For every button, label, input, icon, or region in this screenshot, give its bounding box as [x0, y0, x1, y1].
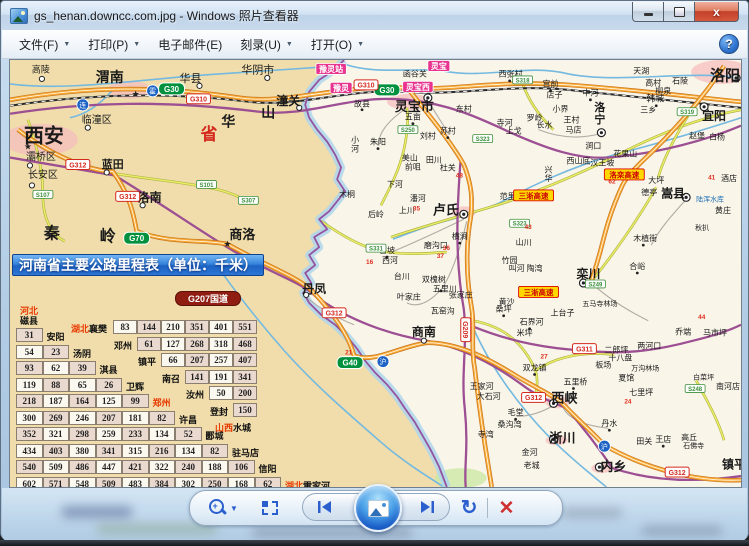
city-label: 南召: [162, 373, 181, 384]
zoom-dropdown-arrow[interactable]: ▼: [230, 504, 238, 513]
chevron-down-icon: ▼: [357, 40, 365, 48]
table-city: 登封: [210, 405, 228, 418]
window-controls: x: [632, 2, 739, 22]
titlebar[interactable]: gs_henan.downcc.com.jpg - Windows 照片查看器 …: [1, 1, 748, 30]
menu-item-open[interactable]: 打开(O) ▼: [302, 32, 373, 57]
table-city: 汝州: [186, 388, 204, 401]
aero-blur-artifact: [62, 506, 132, 518]
play-slideshow-button[interactable]: [354, 484, 402, 532]
minimize-icon: [643, 13, 653, 16]
distance-cell: 257: [209, 353, 233, 367]
region-label: 山西: [215, 423, 234, 433]
distance-cell: 351: [185, 320, 209, 334]
distance-cell: 210: [161, 320, 185, 334]
city-label: 邓州: [114, 340, 133, 351]
photo-viewer-window: gs_henan.downcc.com.jpg - Windows 照片查看器 …: [0, 0, 749, 541]
fit-button[interactable]: [238, 501, 278, 515]
distance-cell: 141: [185, 369, 209, 384]
photo-canvas[interactable]: ★★★西安渭南洛阳灵宝市卢氏西峡淅川内乡镇平嵩县栾川宜阳洛宁商洛丹凤商南洛南蓝田…: [9, 59, 742, 488]
menubar: 文件(F) ▼ 打印(P) ▼ 电子邮件(E) 刻录(U) ▼ 打开(O) ▼ ?: [2, 30, 747, 59]
zoom-button[interactable]: + ▼: [190, 498, 238, 518]
minimize-button[interactable]: [632, 2, 664, 22]
distance-cell: 200: [233, 386, 257, 400]
magnifier-plus-icon: +: [208, 498, 228, 518]
delete-button[interactable]: ✕: [498, 499, 514, 518]
close-button[interactable]: x: [694, 2, 739, 22]
menu-item-label: 打印(P): [88, 37, 129, 52]
table-city: 南召: [162, 372, 180, 385]
rotate-cw-button[interactable]: ↻: [461, 498, 478, 518]
distance-cell: 66: [161, 353, 185, 367]
distance-cell: 318: [209, 336, 233, 351]
chevron-down-icon: ▼: [285, 40, 293, 48]
menu-items: 文件(F) ▼ 打印(P) ▼ 电子邮件(E) 刻录(U) ▼ 打开(O) ▼: [10, 32, 373, 57]
table-city: 湖北襄樊: [71, 322, 107, 335]
region-label: 湖北: [71, 324, 90, 334]
distance-cell: 468: [233, 336, 257, 351]
distance-cell: 50: [209, 386, 233, 400]
distance-cell: 207: [185, 353, 209, 367]
maximize-icon: [673, 6, 685, 17]
table-city: 镇平: [138, 355, 156, 368]
aero-blur-artifact: [562, 508, 622, 518]
chevron-down-icon: ▼: [63, 40, 71, 48]
distance-cell: 268: [185, 336, 209, 351]
help-button[interactable]: ?: [719, 34, 739, 54]
menu-item-label: 电子邮件(E): [158, 37, 223, 52]
previous-button[interactable]: [317, 500, 333, 514]
distance-cell: 150: [233, 402, 257, 417]
table-city: 邓州: [114, 339, 132, 352]
distance-cell: 401: [209, 320, 233, 334]
distance-cell: 551: [233, 320, 257, 334]
maximize-button[interactable]: [664, 2, 694, 22]
slideshow-icon: [367, 499, 389, 517]
table-city: 山西水城: [215, 421, 251, 434]
menu-item-print[interactable]: 打印(P) ▼: [79, 32, 149, 57]
g207-road-badge: G207国道: [175, 291, 241, 306]
distance-cell: 144: [137, 320, 161, 334]
distance-cell: 83: [113, 320, 137, 334]
distance-cell: 407: [233, 353, 257, 367]
menu-item-burn[interactable]: 刻录(U) ▼: [231, 32, 302, 57]
toolbar: + ▼ ↺ ↻ ✕: [189, 484, 563, 532]
menu-item-label: 文件(F): [19, 37, 59, 52]
chevron-down-icon: ▼: [133, 40, 141, 48]
city-label: 镇平: [138, 357, 157, 367]
menu-item-email[interactable]: 电子邮件(E): [149, 32, 231, 57]
window-title: gs_henan.downcc.com.jpg - Windows 照片查看器: [34, 9, 299, 23]
city-label: 襄樊: [89, 324, 108, 334]
aero-blur-artifact: [97, 524, 217, 534]
aero-blur-artifact: [642, 526, 722, 535]
desktop-background-strip: [0, 540, 749, 546]
toolbar-divider: [487, 498, 489, 518]
menu-item-file[interactable]: 文件(F) ▼: [10, 32, 79, 57]
distance-cell: 61: [137, 336, 161, 351]
close-icon: x: [713, 4, 720, 19]
distance-cell: 191: [209, 369, 233, 384]
city-label: 汝州: [186, 390, 205, 400]
distance-cell: 341: [233, 369, 257, 384]
distance-cell: 127: [161, 336, 185, 351]
next-button[interactable]: [419, 500, 435, 514]
mileage-table-title: 河南省主要公路里程表（单位：千米）: [12, 254, 264, 276]
city-label: 水城: [233, 423, 252, 433]
app-icon: [10, 7, 28, 24]
actual-size-icon: [261, 501, 278, 515]
city-label: 登封: [210, 406, 229, 417]
menu-item-label: 刻录(U): [240, 37, 281, 52]
menu-item-label: 打开(O): [310, 37, 353, 52]
